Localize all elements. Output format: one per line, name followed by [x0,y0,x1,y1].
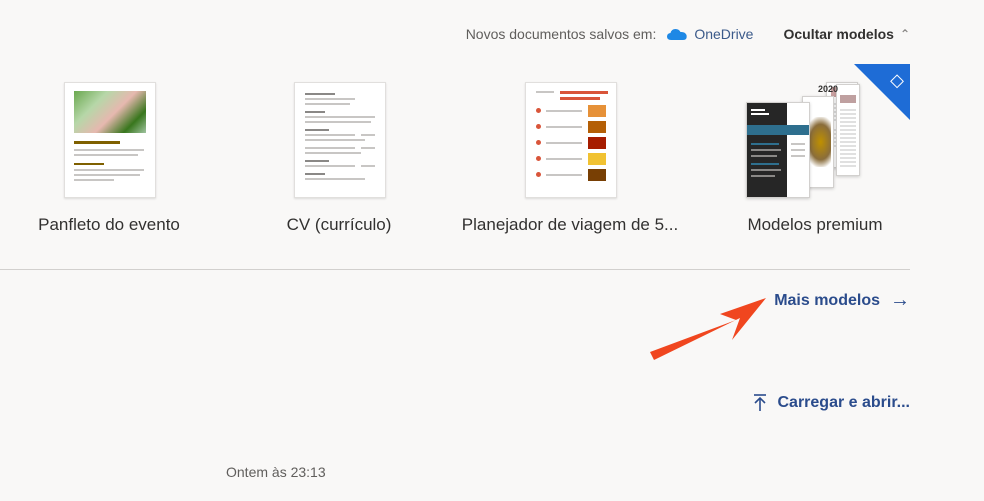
cv-line [305,147,355,149]
premium-year: 2020 [818,84,839,94]
flyer-title-line [74,141,120,144]
planner-photo [588,169,606,181]
resume-line [751,143,779,145]
more-templates-link[interactable]: Mais modelos → [774,289,910,312]
planner-line [546,174,582,176]
resume-line [751,175,775,177]
planner-photo [588,153,606,165]
more-templates-label: Mais modelos [774,291,880,309]
planner-line [546,142,582,144]
chevron-up-icon: ⌃ [899,27,910,41]
planner-dot [536,172,541,177]
flyer-text-line [74,154,138,156]
cv-line [305,178,365,180]
flyer-text-line [74,149,144,151]
upload-open-link[interactable]: Carregar e abrir... [753,394,910,412]
planner-line [546,158,582,160]
cv-line [305,98,355,100]
cv-line [305,103,350,105]
template-label: CV (currículo) [286,215,392,234]
cv-line [305,129,329,131]
template-cv[interactable]: CV (currículo) [287,82,391,234]
template-travel-planner[interactable]: Planejador de viagem de 5... [462,82,678,234]
resume-line [751,149,781,151]
template-label: Planejador de viagem de 5... [461,215,679,234]
planner-photo [588,105,606,117]
planner-line [536,91,554,93]
resume-line [751,109,765,111]
cv-line [361,134,375,136]
event-flyer-thumbnail [64,82,156,198]
resume-line [791,143,805,145]
template-label: Panfleto do evento [38,215,180,234]
template-label: Modelos premium [747,215,883,234]
flyer-subtitle-line [74,163,104,165]
resume-line [791,149,805,151]
cv-line [361,147,375,149]
section-divider [0,269,910,270]
save-location-label: Novos documentos salvos em: [465,26,657,42]
calendar-grid [840,107,856,167]
upload-icon [754,394,767,411]
planner-title-line [560,97,600,100]
resume-line [751,155,777,157]
planner-dot [536,156,541,161]
cv-line [305,111,325,113]
onedrive-cloud-icon [667,29,688,40]
cv-line [305,152,361,154]
cv-line [361,165,375,167]
resume-line [751,113,769,115]
planner-dot [536,140,541,145]
cv-line [305,134,355,136]
cv-line [305,93,335,95]
travel-planner-thumbnail [525,82,617,198]
planner-line [546,110,582,112]
planner-photo [588,137,606,149]
premium-thumbnail-stack: ◇ 2020 [740,64,910,202]
planner-photo [588,121,606,133]
cv-line [305,165,355,167]
hide-templates-button[interactable]: Ocultar modelos ⌃ [783,26,910,42]
flyer-text-line [74,179,114,181]
planner-dot [536,108,541,113]
cv-line [305,121,371,123]
resume-line [751,169,781,171]
hide-templates-label: Ocultar modelos [783,26,894,42]
arrow-right-icon: → [890,289,910,311]
flyer-text-line [74,169,144,171]
onedrive-label: OneDrive [694,26,754,42]
calendar-photo [840,95,856,103]
onedrive-link[interactable]: OneDrive [666,26,753,42]
cv-line [305,116,375,118]
cv-thumbnail [294,82,386,198]
cv-line [305,173,325,175]
save-location-bar: Novos documentos salvos em: OneDrive Ocu… [466,26,910,42]
planner-dot [536,124,541,129]
flyer-photo [74,91,146,133]
diamond-icon: ◇ [890,70,904,90]
annotation-arrow [650,298,766,360]
cv-line [305,160,329,162]
template-event-flyer[interactable]: Panfleto do evento [38,82,180,234]
upload-open-label: Carregar e abrir... [777,394,910,411]
cv-line [305,139,365,141]
calendar-doc [836,84,860,176]
resume-line [791,155,805,157]
templates-gallery: Panfleto do evento CV (currículo) Planej… [0,64,984,242]
resume-band [747,125,809,135]
planner-line [546,126,582,128]
resume-doc [746,102,810,198]
recent-timestamp: Ontem às 23:13 [226,464,326,480]
flyer-text-line [74,174,140,176]
resume-line [751,163,779,165]
planner-title-line [560,91,608,94]
